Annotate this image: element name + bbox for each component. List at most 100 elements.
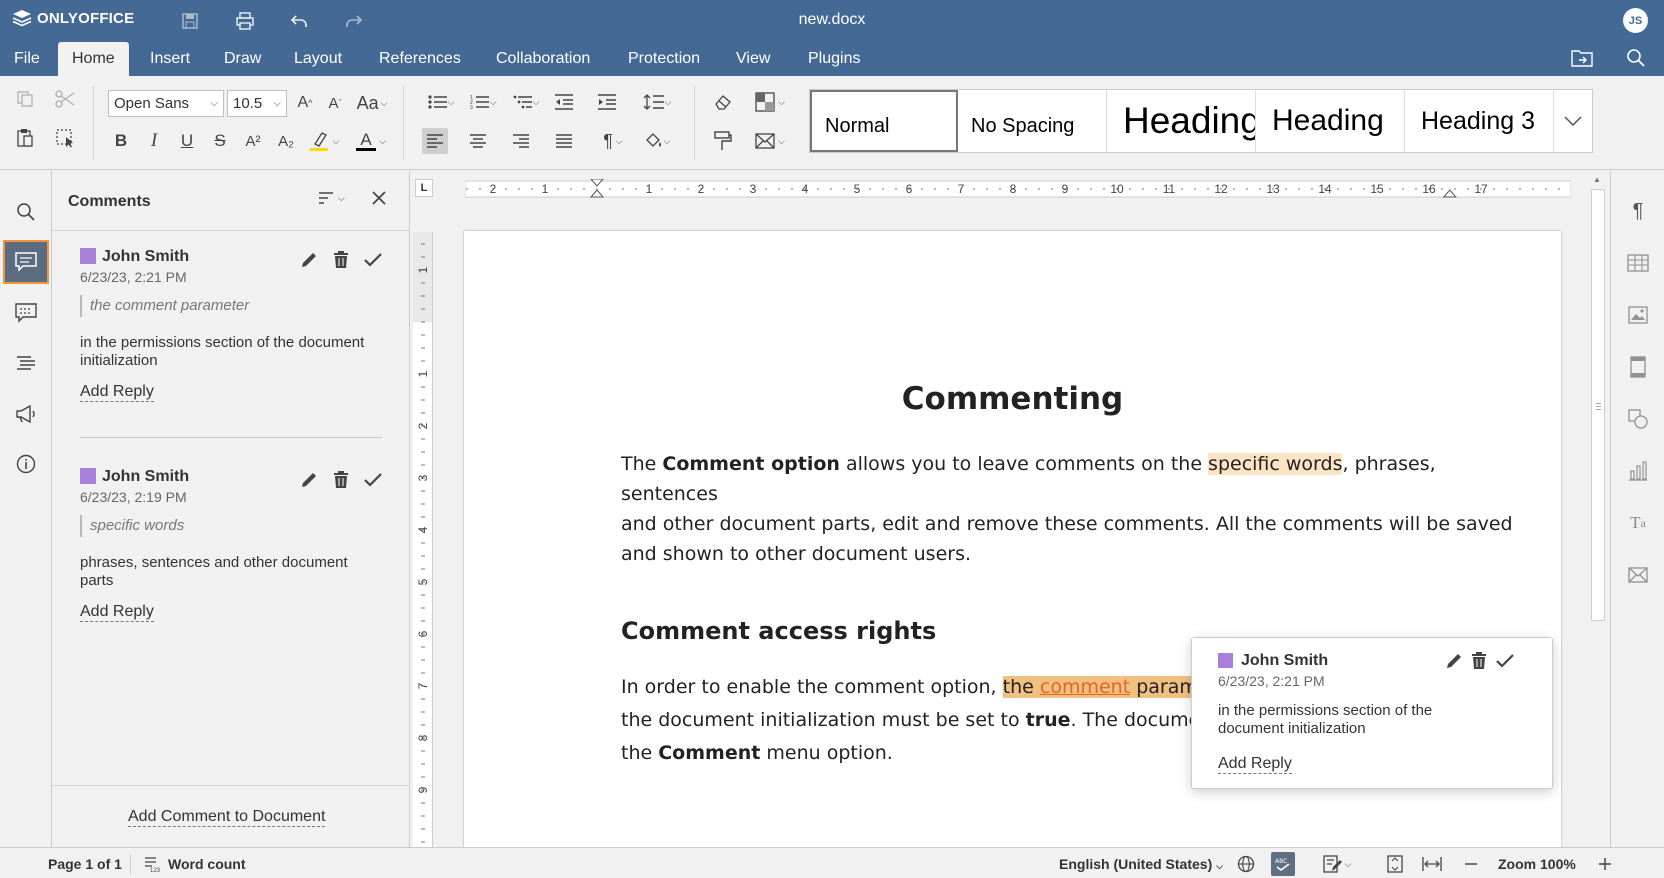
open-file-location-icon[interactable] (1570, 46, 1594, 70)
text-art-settings-icon[interactable]: Ta (1625, 510, 1651, 536)
change-case-button[interactable]: Aa ⌵ (354, 90, 390, 116)
zoom-out-icon[interactable] (1460, 854, 1482, 874)
search-panel-icon[interactable] (3, 190, 49, 234)
style-heading-1[interactable]: Heading (1107, 90, 1256, 152)
image-settings-icon[interactable] (1625, 302, 1651, 328)
tab-layout[interactable]: Layout (280, 42, 356, 76)
edit-pencil-icon[interactable] (1445, 652, 1463, 670)
word-count-button[interactable]: Word count (168, 856, 246, 872)
comment-popup[interactable]: John Smith 6/23/23, 2:21 PM in the permi… (1191, 637, 1553, 789)
line-spacing-button[interactable]: ⌵ (638, 89, 676, 115)
add-reply-link[interactable]: Add Reply (80, 383, 154, 402)
fit-to-page-icon[interactable] (1384, 854, 1406, 874)
delete-trash-icon[interactable] (1471, 652, 1487, 670)
close-icon[interactable] (370, 189, 388, 207)
shape-settings-icon[interactable] (1625, 406, 1651, 432)
resolve-checkmark-icon[interactable] (361, 468, 385, 492)
sort-comments-button[interactable]: ⌵ (318, 191, 345, 205)
add-reply-link[interactable]: Add Reply (80, 603, 154, 622)
header-footer-settings-icon[interactable] (1625, 354, 1651, 380)
feedback-megaphone-icon[interactable] (3, 392, 49, 436)
clear-style-icon[interactable] (710, 89, 736, 115)
scroll-up-arrow-icon[interactable]: ▲ (1593, 175, 1601, 184)
decrease-indent-icon[interactable] (551, 89, 577, 115)
superscript-button[interactable]: A² (240, 128, 266, 154)
shading-button[interactable]: ⌵ (638, 128, 676, 154)
delete-trash-icon[interactable] (329, 468, 353, 492)
globe-language-icon[interactable] (1235, 854, 1257, 874)
tab-home[interactable]: Home (58, 42, 129, 76)
font-size-select[interactable]: 10.5 ⌵ (227, 90, 287, 117)
style-heading-2[interactable]: Heading (1256, 90, 1405, 152)
underline-button[interactable]: U (174, 128, 200, 154)
increase-font-icon[interactable]: A ^ (292, 90, 318, 116)
chat-panel-icon[interactable] (3, 291, 49, 335)
increase-indent-icon[interactable] (594, 89, 620, 115)
vertical-ruler[interactable]: 1 1 2 3 4 5 6 7 8 9 (413, 232, 433, 847)
italic-button[interactable]: I (141, 128, 167, 154)
style-normal[interactable]: Normal (810, 90, 958, 152)
comment-item[interactable]: John Smith 6/23/23, 2:19 PM specific wor… (52, 468, 410, 628)
style-no-spacing[interactable]: No Spacing (958, 90, 1107, 152)
fit-to-width-icon[interactable] (1421, 854, 1443, 874)
comment-item[interactable]: John Smith 6/23/23, 2:21 PM the comment … (52, 248, 410, 408)
bullets-button[interactable]: ⌵ (422, 89, 460, 115)
copy-style-icon[interactable] (710, 128, 736, 154)
tab-protection[interactable]: Protection (614, 42, 714, 76)
paste-icon[interactable] (12, 125, 38, 151)
track-changes-button[interactable]: ⌵ (1320, 854, 1354, 874)
zoom-level[interactable]: Zoom 100% (1498, 856, 1576, 872)
scrollbar-thumb[interactable] (1591, 189, 1605, 621)
align-right-icon[interactable] (508, 128, 534, 154)
paragraph-settings-icon[interactable]: ¶ (1625, 198, 1651, 224)
vertical-scrollbar[interactable]: ▲ (1589, 171, 1607, 847)
cut-icon[interactable] (52, 86, 78, 112)
search-icon[interactable] (1624, 46, 1648, 70)
strikethrough-button[interactable]: S (207, 128, 233, 154)
language-select[interactable]: English (United States) ⌵ (1059, 856, 1223, 872)
select-all-icon[interactable] (52, 125, 78, 151)
navigation-panel-icon[interactable] (3, 341, 49, 385)
mail-merge-settings-icon[interactable] (1625, 562, 1651, 588)
about-info-icon[interactable] (3, 442, 49, 486)
decrease-font-icon[interactable]: Aˇ (322, 90, 348, 116)
tab-draw[interactable]: Draw (210, 42, 275, 76)
subscript-button[interactable]: A₂ (273, 128, 299, 154)
tab-references[interactable]: References (365, 42, 475, 76)
tab-insert[interactable]: Insert (136, 42, 204, 76)
highlight-color-button[interactable]: ⌵ (306, 128, 342, 154)
delete-trash-icon[interactable] (329, 248, 353, 272)
table-settings-icon[interactable] (1625, 250, 1651, 276)
add-comment-to-document-link[interactable]: Add Comment to Document (128, 808, 326, 827)
tab-stop-selector[interactable]: L (415, 179, 433, 197)
tab-plugins[interactable]: Plugins (794, 42, 874, 76)
commented-text-highlight[interactable]: specific words (1208, 453, 1343, 475)
spell-check-icon[interactable]: ABC (1271, 852, 1295, 876)
copy-icon[interactable] (12, 86, 38, 112)
bold-button[interactable]: B (108, 128, 134, 154)
page-indicator[interactable]: Page 1 of 1 (48, 856, 122, 872)
align-left-icon[interactable] (422, 128, 448, 154)
color-scheme-button[interactable]: ⌵ (750, 89, 790, 115)
edit-pencil-icon[interactable] (297, 468, 321, 492)
font-color-button[interactable]: A ⌵ (352, 128, 390, 154)
justify-icon[interactable] (551, 128, 577, 154)
tab-file[interactable]: File (0, 42, 54, 76)
chart-settings-icon[interactable] (1625, 458, 1651, 484)
mail-merge-button[interactable]: ⌵ (750, 128, 790, 154)
resolve-checkmark-icon[interactable] (1495, 653, 1515, 669)
user-avatar[interactable]: JS (1623, 8, 1648, 33)
numbering-button[interactable]: 1 2 3 ⌵ (464, 89, 502, 115)
tab-collaboration[interactable]: Collaboration (482, 42, 604, 76)
edit-pencil-icon[interactable] (297, 248, 321, 272)
zoom-in-icon[interactable] (1594, 854, 1616, 874)
multilevel-list-button[interactable]: ⌵ (507, 89, 545, 115)
font-name-select[interactable]: Open Sans ⌵ (108, 90, 224, 117)
horizontal-ruler[interactable]: 2 1 1 2 3 4 5 6 7 8 9 10 11 12 13 14 15 16 17 (465, 179, 1571, 199)
nonprinting-characters-button[interactable]: ¶ ⌵ (594, 128, 632, 154)
styles-expand-button[interactable] (1554, 90, 1592, 152)
style-heading-3[interactable]: Heading 3 (1405, 90, 1554, 152)
comments-panel-icon[interactable] (3, 240, 49, 284)
add-reply-link[interactable]: Add Reply (1218, 755, 1292, 774)
tab-view[interactable]: View (722, 42, 784, 76)
